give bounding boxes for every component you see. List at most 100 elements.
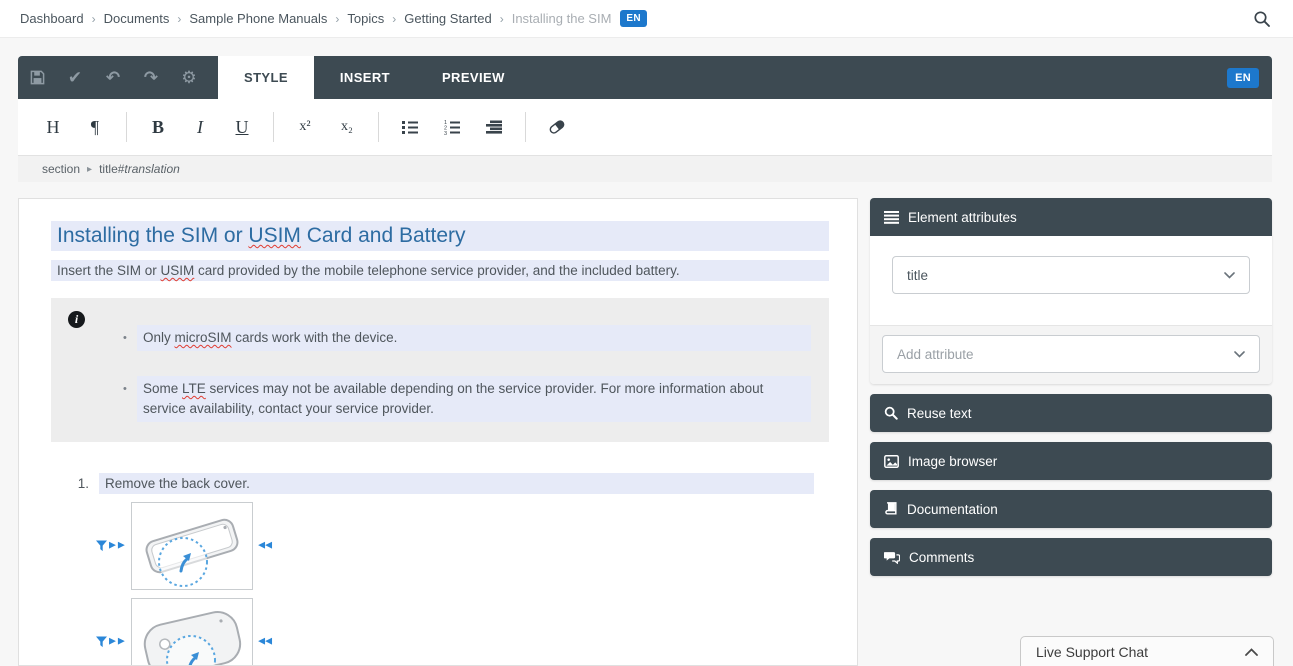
- chevron-up-icon[interactable]: [1245, 648, 1258, 656]
- editor-language-badge[interactable]: EN: [1227, 68, 1259, 88]
- document-canvas[interactable]: Installing the SIM or USIM Card and Batt…: [18, 198, 858, 666]
- image-icon: [884, 455, 899, 468]
- chevron-down-icon: [1234, 351, 1245, 358]
- live-support-chat[interactable]: Live Support Chat: [1020, 636, 1274, 666]
- underline-button[interactable]: U: [221, 117, 263, 138]
- element-select[interactable]: title: [892, 256, 1250, 294]
- documentation-panel: Documentation: [870, 490, 1272, 528]
- breadcrumb-separator: ›: [335, 12, 339, 26]
- procedure-step-1[interactable]: 1. Remove the back cover.: [73, 473, 814, 494]
- image-browser-panel: Image browser: [870, 442, 1272, 480]
- step-number: 1.: [73, 476, 89, 494]
- ordered-list-button[interactable]: 123: [431, 119, 473, 135]
- panel-title: Image browser: [908, 454, 997, 469]
- figure-phone-back-cover-2[interactable]: ▶▶ ◀◀: [131, 598, 253, 666]
- step-figures: ▶▶ ◀◀: [131, 502, 253, 666]
- italic-button[interactable]: I: [179, 117, 221, 138]
- eraser-icon: [548, 119, 566, 135]
- book-icon: [884, 502, 898, 516]
- selected-element-value: title: [907, 268, 928, 283]
- reuse-text-header[interactable]: Reuse text: [870, 394, 1272, 432]
- toolbar-divider: [126, 112, 127, 142]
- breadcrumb-documents[interactable]: Documents: [104, 11, 170, 26]
- settings-button[interactable]: ⚙: [170, 56, 208, 99]
- element-path-mode: translation: [124, 162, 179, 176]
- breadcrumb-separator: ›: [500, 12, 504, 26]
- element-path-element[interactable]: title#: [99, 162, 124, 176]
- toolbar-divider: [378, 112, 379, 142]
- collapse-marker-icon[interactable]: ◀: [258, 638, 265, 647]
- bullet-list-button[interactable]: [389, 119, 431, 135]
- superscript-button[interactable]: x²: [284, 119, 326, 135]
- tab-insert[interactable]: INSERT: [314, 56, 416, 99]
- language-badge: EN: [620, 10, 647, 27]
- breadcrumb-separator: ›: [392, 12, 396, 26]
- figure-left-markers: ▶▶: [96, 637, 125, 648]
- expand-marker-icon[interactable]: ▶: [109, 542, 116, 551]
- misspelled-word: USIM: [161, 263, 195, 278]
- image-browser-header[interactable]: Image browser: [870, 442, 1272, 480]
- eraser-button[interactable]: [536, 119, 578, 135]
- tab-style[interactable]: STYLE: [218, 56, 314, 99]
- expand-marker-icon[interactable]: ▶: [118, 638, 125, 647]
- collapse-marker-icon[interactable]: ◀: [265, 638, 272, 647]
- bold-button[interactable]: B: [137, 117, 179, 138]
- comments-panel: Comments: [870, 538, 1272, 576]
- search-icon[interactable]: [1253, 10, 1271, 28]
- figure-phone-back-cover-1[interactable]: ▶▶ ◀◀: [131, 502, 253, 590]
- redo-button[interactable]: ↷: [132, 56, 170, 99]
- documentation-header[interactable]: Documentation: [870, 490, 1272, 528]
- filter-icon[interactable]: [96, 541, 107, 552]
- element-path-bar: section ▸ title#translation: [18, 155, 1272, 182]
- intro-paragraph[interactable]: Insert the SIM or USIM card provided by …: [51, 260, 829, 281]
- add-attribute-select[interactable]: Add attribute: [882, 335, 1260, 373]
- paragraph-button[interactable]: ¶: [74, 117, 116, 138]
- breadcrumb: Dashboard › Documents › Sample Phone Man…: [20, 10, 647, 27]
- subscript-button[interactable]: x₂: [326, 119, 368, 135]
- breadcrumb-topics[interactable]: Topics: [347, 11, 384, 26]
- add-attribute-placeholder: Add attribute: [897, 347, 974, 362]
- heading-button[interactable]: H: [32, 117, 74, 138]
- note-bullet-item[interactable]: Some LTE services may not be available d…: [121, 376, 811, 422]
- note-bullet-list: Only microSIM cards work with the device…: [121, 325, 811, 422]
- undo-icon: ↶: [106, 68, 120, 88]
- tab-preview[interactable]: PREVIEW: [416, 56, 531, 99]
- redo-icon: ↷: [144, 68, 158, 88]
- validate-button[interactable]: ✔: [56, 56, 94, 99]
- panel-title: Comments: [909, 550, 974, 565]
- element-attributes-header[interactable]: Element attributes: [870, 198, 1272, 236]
- figure-right-markers: ◀◀: [258, 542, 272, 551]
- breadcrumb-sample-phone-manuals[interactable]: Sample Phone Manuals: [189, 11, 327, 26]
- right-sidebar: Element attributes title Add attribute R…: [870, 198, 1272, 666]
- panel-title: Reuse text: [907, 406, 972, 421]
- breadcrumb-current-topic: Installing the SIM: [512, 11, 612, 26]
- note-bullet-item[interactable]: Only microSIM cards work with the device…: [121, 325, 811, 351]
- panel-title: Documentation: [907, 502, 998, 517]
- undo-button[interactable]: ↶: [94, 56, 132, 99]
- chevron-down-icon: [1224, 272, 1235, 279]
- misspelled-word: LTE: [182, 381, 206, 396]
- document-title[interactable]: Installing the SIM or USIM Card and Batt…: [51, 221, 829, 251]
- main-area: Installing the SIM or USIM Card and Batt…: [18, 198, 1272, 666]
- comments-header[interactable]: Comments: [870, 538, 1272, 576]
- collapse-marker-icon[interactable]: ◀: [258, 542, 265, 551]
- expand-marker-icon[interactable]: ▶: [109, 638, 116, 647]
- save-button[interactable]: [18, 56, 56, 99]
- chat-label: Live Support Chat: [1036, 644, 1148, 660]
- element-path-root[interactable]: section: [42, 162, 80, 176]
- breadcrumb-separator: ›: [177, 12, 181, 26]
- collapse-marker-icon[interactable]: ◀: [265, 542, 272, 551]
- add-attribute-section: Add attribute: [870, 325, 1272, 384]
- phone-illustration-2: [133, 600, 251, 666]
- bullet-list-icon: [402, 119, 418, 135]
- note-admonition[interactable]: i Only microSIM cards work with the devi…: [51, 298, 829, 442]
- definition-list-button[interactable]: [473, 119, 515, 135]
- figure-right-markers: ◀◀: [258, 638, 272, 647]
- element-path-separator: ▸: [87, 164, 92, 175]
- breadcrumb-getting-started[interactable]: Getting Started: [404, 11, 491, 26]
- primary-toolbar: ✔ ↶ ↷ ⚙ STYLE INSERT PREVIEW EN: [18, 56, 1272, 99]
- expand-marker-icon[interactable]: ▶: [118, 542, 125, 551]
- breadcrumb-dashboard[interactable]: Dashboard: [20, 11, 84, 26]
- panel-title: Element attributes: [908, 210, 1017, 225]
- filter-icon[interactable]: [96, 637, 107, 648]
